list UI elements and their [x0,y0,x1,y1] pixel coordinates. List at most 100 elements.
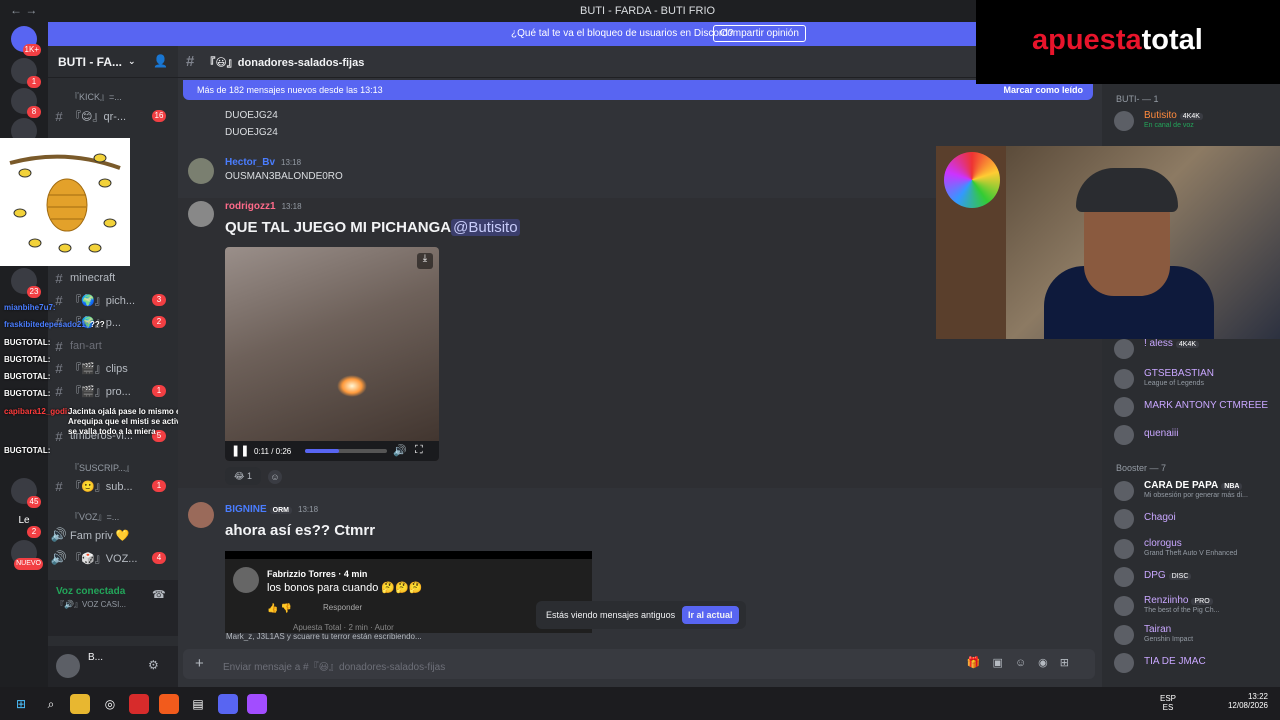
jump-to-present-button[interactable]: Ir al actual [682,606,739,624]
add-reaction-icon[interactable]: ☺ [268,470,282,484]
fullscreen-icon[interactable]: ⛶ [415,444,423,457]
old-messages-pill: Estás viendo mensajes antiguos Ir al act… [536,601,746,629]
search-icon[interactable]: ⌕ [41,694,61,714]
back-forward-nav[interactable]: ← → [10,3,37,17]
member-item[interactable]: GTSEBASTIAN League of Legends [1112,366,1277,392]
server-icon[interactable]: 45 [11,478,41,508]
member-item[interactable]: ! aless 4K4K [1112,336,1277,362]
app-icon[interactable] [247,694,267,714]
message-author[interactable]: BIGNINE ORM 13:18 [225,504,318,515]
chat-text: Jacinta ojalá pase lo mismo en Arequipa … [68,407,192,436]
member-item[interactable]: CARA DE PAPA NBA Mi obsesión por generar m… [1112,478,1277,504]
person-cap [1076,168,1178,212]
avatar[interactable] [188,502,214,528]
file-explorer-icon[interactable] [70,694,90,714]
bees-sticker-overlay [0,138,130,266]
channel-item[interactable]: # 『🙂』sub... 1 [48,476,178,496]
member-item[interactable]: TIA DE JMAC [1112,650,1277,676]
speaker-icon: 🔊 [50,550,68,565]
server-icon-le[interactable]: Le 2 [11,508,41,538]
pause-icon[interactable]: ❚❚ [231,444,249,457]
chat-user: BUGTOTAL: [4,446,51,455]
category-suscrip[interactable]: 『SUSCRIP...』 [48,457,178,477]
voice-channel-name[interactable]: 『🔊』VOZ CASI... [56,599,126,610]
brave-icon[interactable] [159,694,179,714]
home-discord-icon[interactable]: 1K+ [11,26,41,56]
category-kick[interactable]: 『KICK』=... [48,86,178,106]
composer-tools-icons[interactable]: 🎁▣☺◉⊞ [967,656,1081,669]
app-icon[interactable] [129,694,149,714]
channel-item[interactable]: # 『😊』qr-... 16 [48,106,178,126]
server-icon[interactable]: 1 [11,58,41,88]
mark-as-read-button[interactable]: Marcar como leído [1003,85,1083,95]
hash-icon: # [55,270,63,286]
video-attachment[interactable]: ⤓ ❚❚ 0:11 / 0:26 🔊 ⛶ [225,247,439,461]
gear-icon[interactable]: ⚙ [148,658,159,672]
clock[interactable]: 13:22 12/08/2026 [1228,692,1268,710]
apuestatotal-logo-overlay: apuestatotal [976,0,1280,84]
discord-window: ← → BUTI - FARDA - BUTI FRIO ¿Qué tal te… [0,0,1280,720]
channel-name: 『😃』donadores-salados-fijas [204,56,365,69]
volume-icon[interactable]: 🔊 [393,444,407,457]
hash-icon: # [55,478,63,494]
firework-spark [337,375,367,397]
member-item[interactable]: Butisito 4K4K En canal de voz [1112,108,1277,134]
message-text: DUOEJG24 [225,110,278,121]
member-item[interactable]: Renziinho PRO The best of the Pig Ch... [1112,593,1277,619]
message-author[interactable]: rodrigozz1 13:18 [225,201,302,212]
member-item[interactable]: quenaiii [1112,422,1277,448]
obs-icon[interactable]: ◎ [100,694,120,714]
app-icon[interactable]: ▤ [188,694,208,714]
message-text: ahora así es?? Ctmrr [225,522,376,539]
window-title: BUTI - FARDA - BUTI FRIO [580,5,716,17]
avatar[interactable] [56,654,80,678]
share-opinion-button[interactable]: Compartir opinión [713,25,806,42]
member-group-header: Booster — 7 [1116,463,1167,473]
member-group-header: BUTI- — 1 [1116,94,1159,104]
channel-item-minecraft[interactable]: # minecraft [48,268,178,288]
windows-start-icon[interactable]: ⊞ [11,694,31,714]
chat-text: ??? [90,320,105,329]
message-input[interactable]: Enviar mensaje a #『😃』donadores-salados-f… [223,658,445,673]
user-mention[interactable]: @Butisito [451,219,520,236]
message-composer[interactable]: + Enviar mensaje a #『😃』donadores-salados… [183,649,1095,679]
server-icon[interactable]: 8 [11,88,41,118]
language-indicator[interactable]: ESP ES [1160,694,1176,712]
speaker-icon: 🔊 [50,527,68,542]
video-progress[interactable] [305,449,387,453]
embed-reply: Responder [323,603,363,612]
member-item[interactable]: MARK ANTONY CTMREEE [1112,394,1277,420]
member-item[interactable]: DPG DISC [1112,564,1277,590]
avatar[interactable] [188,201,214,227]
chat-user: BUGTOTAL: [4,372,51,381]
member-item[interactable]: Chagoi [1112,506,1277,532]
server-icon[interactable]: 23 [11,268,41,298]
download-icon[interactable]: ⤓ [417,253,433,269]
new-messages-bar[interactable]: Más de 182 mensajes nuevos desde las 13:… [183,80,1093,100]
discord-taskbar-icon[interactable] [218,694,238,714]
member-item[interactable]: clorogus Grand Theft Auto V Enhanced [1112,536,1277,562]
disconnect-icon[interactable]: ☎ [152,588,166,601]
embed-sub: Apuesta Total · 2 min · Autor [293,623,394,632]
user-panel: B... ⚙ [48,646,178,687]
chat-user: BUGTOTAL: [4,355,51,364]
guild-name: BUTI - FA... [58,54,122,69]
announcement-banner: ¿Qué tal te va el bloqueo de usuarios en… [48,22,976,46]
reaction-chip[interactable]: 😂 1 [225,467,261,485]
new-messages-text: Más de 182 mensajes nuevos desde las 13:… [197,85,383,95]
avatar[interactable] [188,158,214,184]
voice-channel-item[interactable]: 🔊 『🎲』VOZ... 4 [48,548,178,568]
guild-header[interactable]: BUTI - FA... ⌄ 👤 [48,46,178,78]
category-voz[interactable]: 『VOZ』=... [48,506,178,526]
chat-user: capibara12_godi: [4,407,70,416]
user-name: B... [88,652,104,663]
member-item[interactable]: Tairan Genshin Impact [1112,622,1277,648]
message-author[interactable]: Hector_Bv 13:18 [225,157,301,168]
plus-icon[interactable]: + [195,655,204,672]
voice-channel-item[interactable]: 🔊 Fam priv 💛 [48,525,178,545]
chevron-down-icon[interactable]: ⌄ [128,56,136,67]
server-icon[interactable]: NUEVO [11,540,43,570]
old-messages-text: Estás viendo mensajes antiguos [546,610,676,620]
message-text: OUSMAN3BALONDE0RO [225,171,343,182]
invite-people-icon[interactable]: 👤 [153,54,168,68]
